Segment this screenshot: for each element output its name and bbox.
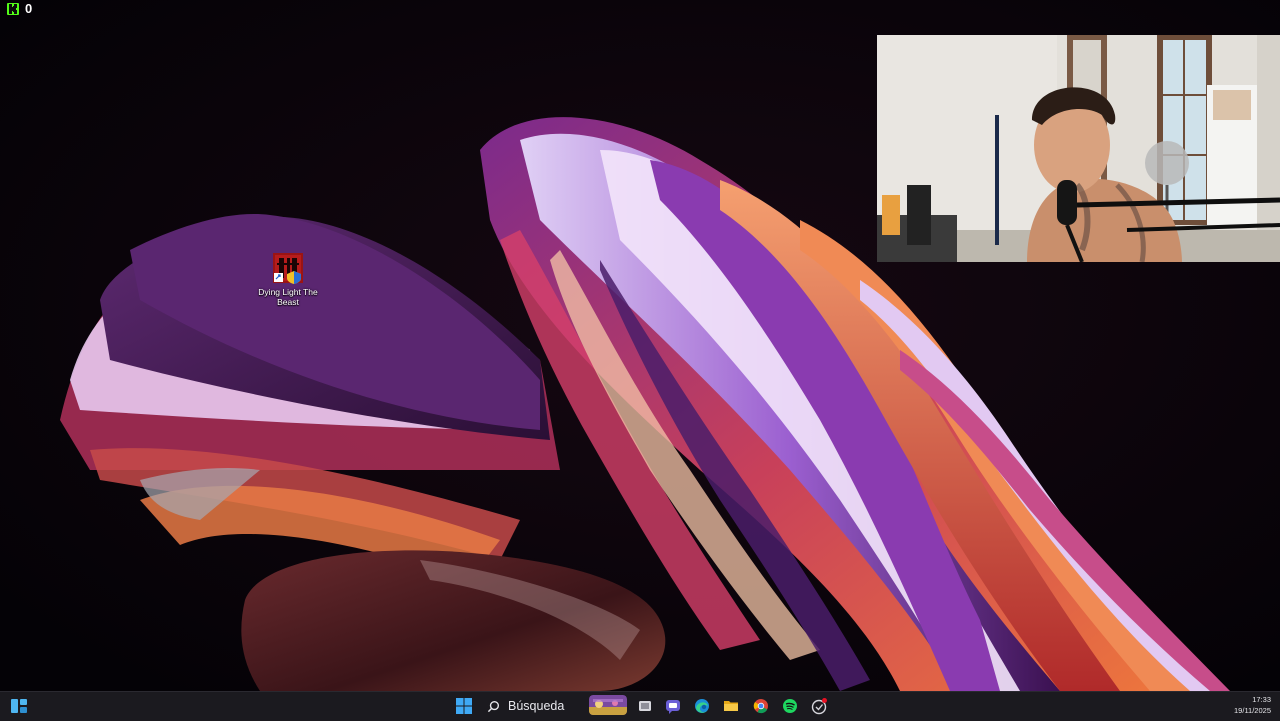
windows-start-icon xyxy=(456,698,472,714)
dying-light-game-icon xyxy=(271,251,305,285)
teams-chat-icon xyxy=(666,700,680,714)
chrome-icon xyxy=(753,699,768,714)
chrome-button[interactable] xyxy=(750,695,772,717)
viewer-overlay: 0 xyxy=(7,2,32,16)
viewer-count: 0 xyxy=(25,1,33,16)
spotify-icon xyxy=(783,699,797,713)
file-explorer-button[interactable] xyxy=(720,695,742,717)
clock-date: 19/11/2025 xyxy=(1234,706,1271,715)
task-view-icon xyxy=(639,701,651,711)
search-highlight-art xyxy=(589,695,627,715)
file-explorer-icon xyxy=(724,701,738,711)
system-clock[interactable]: 17:33 19/11/2025 xyxy=(1234,694,1271,716)
desktop-shortcut-dying-light[interactable]: Dying Light The Beast xyxy=(252,251,324,307)
edge-button[interactable] xyxy=(691,695,713,717)
search-placeholder: Búsqueda xyxy=(508,699,565,713)
webcam-overlay xyxy=(877,35,1280,262)
edge-icon xyxy=(695,699,709,713)
taskbar: Búsqueda 17:33 19/11/2025 xyxy=(0,691,1280,721)
app-with-notification-button[interactable] xyxy=(808,695,830,717)
desktop-shortcut-label: Dying Light The Beast xyxy=(258,287,318,307)
teams-chat-button[interactable] xyxy=(662,695,684,717)
desktop: 0 Dying Light The Beast xyxy=(0,0,1280,691)
widgets-icon xyxy=(11,699,27,713)
kick-logo-icon xyxy=(7,3,19,15)
spotify-button[interactable] xyxy=(779,695,801,717)
start-button[interactable] xyxy=(453,695,475,717)
clock-time: 17:33 xyxy=(1252,695,1271,704)
search-icon xyxy=(487,700,500,712)
task-view-button[interactable] xyxy=(634,695,656,717)
app-with-notification-icon xyxy=(811,698,827,715)
webcam-feed xyxy=(877,35,1280,262)
widgets-button[interactable] xyxy=(8,695,30,717)
